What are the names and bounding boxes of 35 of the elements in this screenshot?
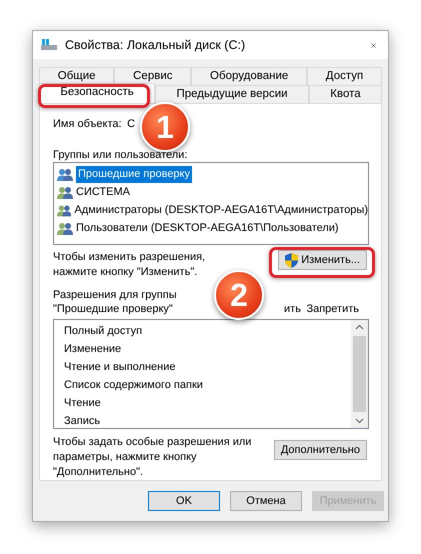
column-header: ить	[284, 302, 301, 316]
dialog-button[interactable]: OK	[148, 491, 220, 512]
object-name-label: Имя объекта:	[53, 117, 122, 132]
drive-icon	[41, 39, 57, 52]
permissions-label: Разрешения для группы "Прошедшие проверку"	[53, 288, 178, 316]
permission-item: Изменение	[64, 342, 122, 358]
users-icon	[57, 168, 73, 181]
advanced-hint: Чтобы задать особые разрешения или параметры, нажмите кнопку "Дополнительно".	[53, 435, 252, 480]
change-hint: Чтобы изменить разрешения, нажмите кнопку "Изменить".	[53, 250, 206, 280]
permission-item: Чтение	[64, 396, 102, 412]
window-title: Свойства: Локальный диск (C:)	[65, 36, 246, 54]
group-item[interactable]: Прошедшие проверку	[54, 165, 368, 184]
permission-item: Список содержимого папки	[64, 378, 204, 394]
permission-item: Чтение и выполнение	[64, 360, 176, 376]
column-header: Запретить	[306, 302, 359, 316]
scrollbar[interactable]	[351, 320, 368, 428]
advanced-button[interactable]: Дополнительно	[274, 440, 367, 460]
users-icon	[57, 204, 72, 217]
permission-item: Запись	[64, 414, 102, 430]
dialog-button[interactable]: Отмена	[230, 491, 302, 512]
users-icon	[57, 222, 73, 235]
group-item[interactable]: СИСТЕМА	[54, 183, 368, 202]
group-item[interactable]: Пользователи (DESKTOP-AEGA16T\Пользователи)	[54, 219, 368, 238]
object-name-value: С	[127, 117, 136, 132]
tab[interactable]: Сервис	[114, 67, 192, 86]
tab[interactable]: Оборудование	[191, 67, 308, 86]
permission-item: Полный доступ	[64, 324, 144, 340]
tab[interactable]: Доступ	[307, 67, 382, 86]
tab[interactable]: Предыдущие версии	[155, 85, 309, 104]
tab[interactable]: Квота	[308, 85, 382, 104]
group-item[interactable]: Администраторы (DESKTOP-AEGA16T\Администраторы)	[54, 201, 368, 220]
shield-icon	[285, 252, 298, 268]
change-button[interactable]: Изменить...	[278, 250, 367, 270]
users-icon	[57, 186, 73, 199]
groups-listbox[interactable]: Прошедшие проверку СИСТЕМА Администраторы (DESKTOP-AEGA16T\Администраторы) Пользователи (DESKTOP-AEGA16T\Пользователи)	[53, 162, 369, 246]
